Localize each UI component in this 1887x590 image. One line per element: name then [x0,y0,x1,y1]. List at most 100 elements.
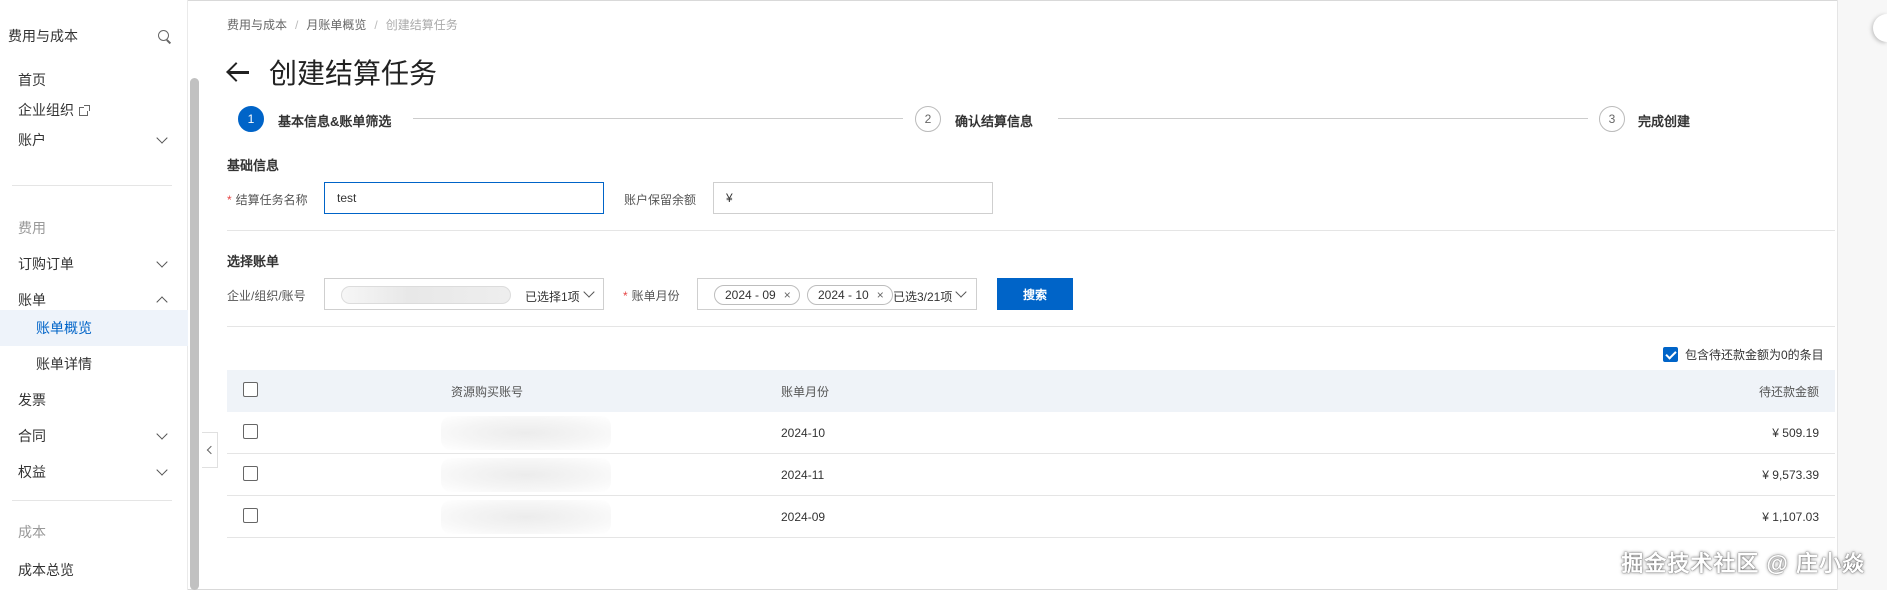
sidebar-item-invoice[interactable]: 发票 [0,382,188,418]
stepper: 1 基本信息&账单筛选 2 确认结算信息 3 完成创建 [238,106,1708,132]
required-mark: * [227,193,232,207]
breadcrumb-separator: / [374,17,378,32]
sidebar-item-label: 订购订单 [18,256,74,272]
search-icon[interactable] [156,28,172,44]
sidebar-divider [12,500,172,501]
org-select[interactable]: 已选择1项 [324,278,604,310]
sidebar-item-label: 账单概览 [36,320,92,336]
column-header-account: 资源购买账号 [451,384,524,399]
step-3-label: 完成创建 [1638,114,1691,129]
account-redacted [441,458,611,492]
step-connector [1058,118,1588,119]
chevron-down-icon [156,132,168,144]
month-select[interactable]: 2024 - 09 × 2024 - 10 × 已选3/21项 [697,278,977,310]
sidebar-item-label: 首页 [18,72,46,88]
breadcrumb-link-fees-cost[interactable]: 费用与成本 [227,16,287,33]
sidebar-item-bill-overview[interactable]: 账单概览 [0,310,188,346]
month-tag: 2024 - 09 × [714,285,800,305]
bills-table: 资源购买账号 账单月份 待还款金额 2024-10 ¥ 509.19 2024-… [227,370,1835,538]
bill-month-cell: 2024-09 [781,509,826,524]
search-button[interactable]: 搜索 [997,278,1073,310]
sidebar-scrollbar[interactable] [190,78,199,590]
month-label: * 账单月份 [623,289,680,303]
step-1-label: 基本信息&账单筛选 [278,114,392,129]
breadcrumb-link-monthly-overview[interactable]: 月账单概览 [306,16,366,33]
task-name-input[interactable]: test [324,182,604,214]
org-selected-count: 已选择1项 [525,290,580,304]
sidebar-header: 费用与成本 [0,20,188,52]
bill-month-cell: 2024-10 [781,425,826,440]
step-3-indicator: 3 [1599,106,1625,132]
org-selected-tag-redacted [341,286,511,304]
table-header: 资源购买账号 账单月份 待还款金额 [227,370,1835,412]
required-mark: * [623,289,628,303]
chevron-down-icon [156,428,168,440]
include-zero-toggle[interactable]: 包含待还款金额为0的条目 [1663,346,1824,363]
chevron-up-icon [156,296,168,308]
sidebar-item-contract[interactable]: 合同 [0,418,188,454]
sidebar-item-label: 企业组织 [18,100,90,120]
month-selected-count: 已选3/21项 [893,290,953,304]
back-arrow-icon[interactable] [227,62,251,82]
month-tag: 2024 - 10 × [807,285,893,305]
column-header-amount: 待还款金额 [1758,384,1819,399]
sidebar-item-bill-details[interactable]: 账单详情 [0,346,188,382]
sidebar-item-label: 权益 [18,464,46,480]
column-header-month: 账单月份 [781,384,830,399]
step-2-indicator: 2 [915,106,941,132]
sidebar-item-label: 账单 [18,292,46,308]
breadcrumb-separator: / [295,17,299,32]
close-icon[interactable]: × [784,288,791,302]
section-divider [227,230,1835,231]
row-checkbox[interactable] [243,507,258,523]
bill-month-cell: 2024-11 [781,467,825,482]
amount-cell: ¥ 509.19 [1772,425,1819,440]
page-title: 创建结算任务 [269,58,438,89]
step-2-label: 确认结算信息 [955,114,1034,129]
amount-cell: ¥ 9,573.39 [1762,467,1819,482]
table-row: 2024-09 ¥ 1,107.03 [227,496,1835,538]
section-title-basic: 基础信息 [227,158,280,173]
section-title-select-bill: 选择账单 [227,254,280,269]
amount-cell: ¥ 1,107.03 [1762,509,1819,524]
right-edge-panel [1837,0,1887,590]
task-name-label: * 结算任务名称 [227,193,308,207]
chevron-down-icon [583,286,595,298]
sidebar-item-label: 合同 [18,428,46,444]
include-zero-label: 包含待还款金额为0的条目 [1685,348,1824,362]
external-link-icon [79,104,90,116]
sidebar-item-label: 账户 [18,132,46,148]
select-all-cell [227,382,291,400]
row-checkbox[interactable] [243,423,258,439]
page-header: 创建结算任务 [227,52,437,92]
sidebar-title: 费用与成本 [8,28,78,44]
close-icon[interactable]: × [877,288,884,302]
sidebar-item-benefits[interactable]: 权益 [0,454,188,490]
breadcrumb-current: 创建结算任务 [385,18,458,32]
account-redacted [441,416,611,450]
sidebar-item-cost-overview[interactable]: 成本总览 [0,552,188,588]
chevron-down-icon [156,464,168,476]
sidebar-group-cost: 成本 [18,524,46,540]
sidebar-group-fees: 费用 [18,220,46,236]
chevron-down-icon [156,256,168,268]
step-1-indicator: 1 [238,106,264,132]
select-all-checkbox[interactable] [243,382,258,397]
sidebar-item-account[interactable]: 账户 [0,122,188,158]
org-label: 企业/组织/账号 [227,289,306,303]
step-connector [413,118,903,119]
breadcrumb: 费用与成本 / 月账单概览 / 创建结算任务 [227,16,458,33]
chevron-left-icon [206,445,216,455]
section-divider [227,326,1835,327]
include-zero-checkbox[interactable] [1663,347,1678,362]
sidebar-collapse-button[interactable] [202,432,218,468]
table-row: 2024-10 ¥ 509.19 [227,412,1835,454]
row-checkbox[interactable] [243,465,258,481]
chevron-down-icon [955,286,967,298]
reserve-balance-input[interactable]: ¥ [713,182,993,214]
sidebar-item-orders[interactable]: 订购订单 [0,246,188,282]
sidebar-item-label: 账单详情 [36,356,92,372]
watermark: 掘金技术社区 @ 庄小焱 [1621,551,1865,576]
table-row: 2024-11 ¥ 9,573.39 [227,454,1835,496]
account-redacted [441,500,611,534]
